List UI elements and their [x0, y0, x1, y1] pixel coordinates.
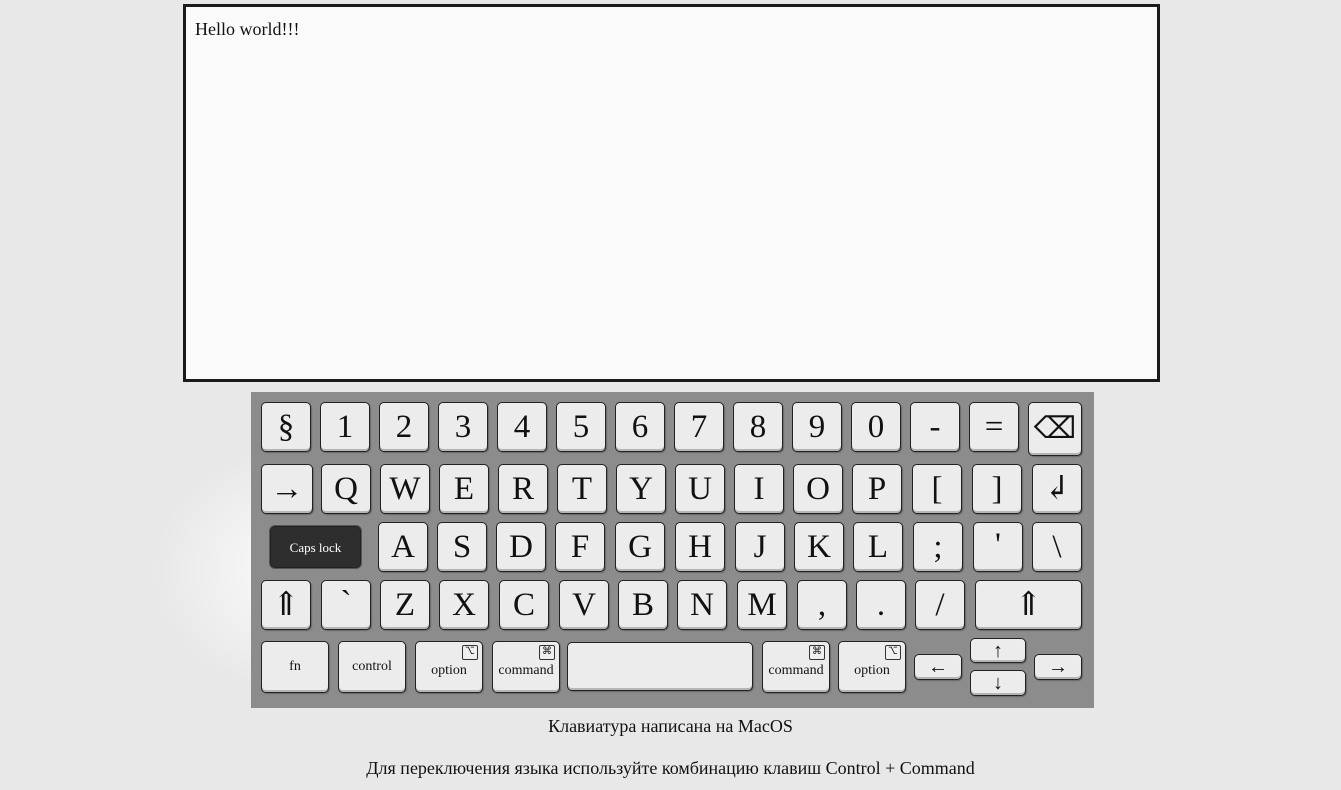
key-backtick[interactable]: ` [321, 580, 371, 630]
key-m[interactable]: M [737, 580, 787, 630]
key-d[interactable]: D [496, 522, 546, 572]
key-o[interactable]: O [793, 464, 843, 514]
text-editor[interactable]: Hello world!!! [183, 4, 1160, 382]
command-left-key[interactable]: ⌘ command [492, 641, 560, 693]
key-6[interactable]: 6 [615, 402, 665, 452]
option-symbol-right-icon: ⌥ [885, 645, 901, 660]
key-f[interactable]: F [555, 522, 605, 572]
key-left-bracket[interactable]: [ [912, 464, 962, 514]
key-slash[interactable]: / [915, 580, 965, 630]
key-9[interactable]: 9 [792, 402, 842, 452]
key-c[interactable]: C [499, 580, 549, 630]
key-g[interactable]: G [615, 522, 665, 572]
option-right-label: option [854, 663, 890, 678]
key-3[interactable]: 3 [438, 402, 488, 452]
key-n[interactable]: N [677, 580, 727, 630]
key-l[interactable]: L [853, 522, 903, 572]
key-t[interactable]: T [557, 464, 607, 514]
option-symbol-icon: ⌥ [462, 645, 478, 660]
command-left-label: command [498, 663, 554, 678]
command-right-label: command [768, 663, 824, 678]
key-h[interactable]: H [675, 522, 725, 572]
key-8[interactable]: 8 [733, 402, 783, 452]
backspace-icon[interactable]: ⌫ [1028, 402, 1082, 456]
command-symbol-right-icon: ⌘ [809, 645, 825, 660]
key-2[interactable]: 2 [379, 402, 429, 452]
key-b[interactable]: B [618, 580, 668, 630]
key-7[interactable]: 7 [674, 402, 724, 452]
enter-icon[interactable]: ↲ [1032, 464, 1082, 514]
key-backslash[interactable]: \ [1032, 522, 1082, 572]
editor-text: Hello world!!! [195, 19, 300, 39]
key-a[interactable]: A [378, 522, 428, 572]
key-equals[interactable]: = [969, 402, 1019, 452]
option-left-key[interactable]: ⌥ option [415, 641, 483, 693]
key-k[interactable]: K [794, 522, 844, 572]
key-q[interactable]: Q [321, 464, 371, 514]
key-quote[interactable]: ' [973, 522, 1023, 572]
key-i[interactable]: I [734, 464, 784, 514]
key-semicolon[interactable]: ; [913, 522, 963, 572]
arrow-right-icon[interactable]: → [1034, 654, 1082, 680]
fn-key[interactable]: fn [261, 641, 329, 693]
key-e[interactable]: E [439, 464, 489, 514]
keyboard-os-note: Клавиатура написана на MacOS [548, 716, 793, 736]
key-u[interactable]: U [675, 464, 725, 514]
option-right-key[interactable]: ⌥ option [838, 641, 906, 693]
key-j[interactable]: J [735, 522, 785, 572]
key-section[interactable]: § [261, 402, 311, 452]
key-5[interactable]: 5 [556, 402, 606, 452]
shift-right-icon[interactable]: ⇑ [975, 580, 1082, 630]
tab-arrow-icon[interactable]: → [261, 464, 313, 514]
key-p[interactable]: P [852, 464, 902, 514]
key-w[interactable]: W [380, 464, 430, 514]
key-z[interactable]: Z [380, 580, 430, 630]
command-right-key[interactable]: ⌘ command [762, 641, 830, 693]
key-x[interactable]: X [439, 580, 489, 630]
arrow-down-icon[interactable]: ↓ [970, 670, 1026, 696]
arrow-up-icon[interactable]: ↑ [970, 638, 1026, 663]
control-key[interactable]: control [338, 641, 406, 693]
key-v[interactable]: V [559, 580, 609, 630]
virtual-keyboard: § 1 2 3 4 5 6 7 8 9 0 - = ⌫ → Q W E R T … [251, 392, 1094, 708]
caps-lock-key[interactable]: Caps lock [270, 526, 361, 568]
key-1[interactable]: 1 [320, 402, 370, 452]
space-key[interactable] [567, 642, 753, 691]
option-left-label: option [431, 663, 467, 678]
shift-left-icon[interactable]: ⇑ [261, 580, 311, 630]
key-minus[interactable]: - [910, 402, 960, 452]
key-comma[interactable]: , [797, 580, 847, 630]
arrow-left-icon[interactable]: ← [914, 654, 962, 680]
language-switch-note: Для переключения языка используйте комби… [366, 758, 975, 778]
key-r[interactable]: R [498, 464, 548, 514]
key-4[interactable]: 4 [497, 402, 547, 452]
key-0[interactable]: 0 [851, 402, 901, 452]
key-right-bracket[interactable]: ] [972, 464, 1022, 514]
key-s[interactable]: S [437, 522, 487, 572]
command-symbol-icon: ⌘ [539, 645, 555, 660]
key-y[interactable]: Y [616, 464, 666, 514]
key-period[interactable]: . [856, 580, 906, 630]
